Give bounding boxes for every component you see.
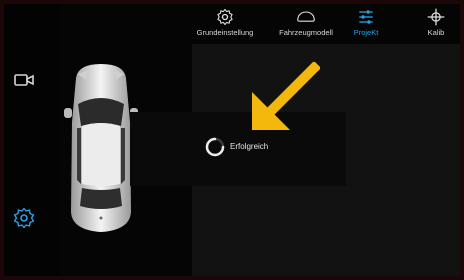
left-sidebar [4,4,60,276]
app-window: Grundeinstellung Fahrzeugmodell ProjeKt [4,4,460,276]
toast-message: Erfolgreich [230,142,269,151]
loading-spinner-icon [205,137,225,157]
top-navigation: Grundeinstellung Fahrzeugmodell ProjeKt [192,4,460,44]
tab-label: Kalib [427,28,445,37]
tab-label: ProjeKt [353,28,379,37]
car-top-view [64,64,138,232]
tab-label: Fahrzeugmodell [279,28,333,37]
settings-gear-icon[interactable] [12,206,36,230]
tab-kalib[interactable]: Kalib [418,7,454,43]
gear-icon [217,8,233,26]
tab-grundeinstellung[interactable]: Grundeinstellung [188,7,262,43]
crosshair-icon [427,8,445,26]
camera-icon[interactable] [12,68,36,92]
tab-projekt[interactable]: ProjeKt [348,7,384,43]
pointer-arrow-icon [252,62,320,130]
tab-fahrzeugmodell[interactable]: Fahrzeugmodell [262,7,350,43]
sliders-icon [359,10,373,24]
tab-label: Grundeinstellung [196,28,254,37]
car-outline-icon [297,11,315,22]
